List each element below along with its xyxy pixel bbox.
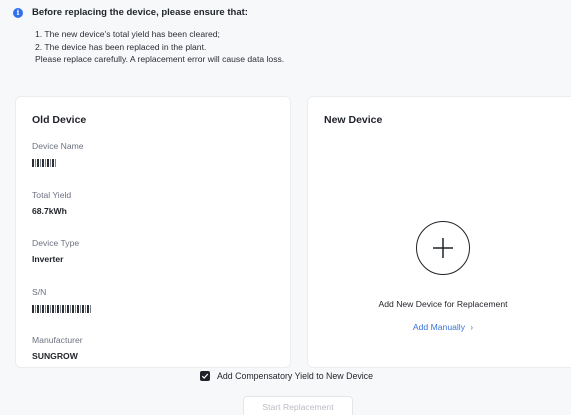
device-type-value: Inverter bbox=[32, 254, 64, 264]
info-icon: i bbox=[13, 7, 23, 18]
notice-heading-row: i Before replacing the device, please en… bbox=[13, 7, 558, 18]
sn-value bbox=[32, 303, 92, 313]
manufacturer-field: Manufacturer SUNGROW bbox=[32, 335, 83, 361]
notice-heading: Before replacing the device, please ensu… bbox=[32, 7, 248, 18]
compensate-label: Add Compensatory Yield to New Device bbox=[217, 371, 373, 381]
start-replacement-button[interactable]: Start Replacement bbox=[243, 396, 353, 415]
device-type-label: Device Type bbox=[32, 238, 80, 248]
old-device-title: Old Device bbox=[32, 114, 87, 126]
manufacturer-label: Manufacturer bbox=[32, 335, 83, 345]
device-name-field: Device Name bbox=[32, 141, 84, 167]
old-device-card: Old Device Device Name Total Yield 68.7k… bbox=[15, 96, 291, 368]
compensate-option[interactable]: Add Compensatory Yield to New Device bbox=[200, 371, 373, 381]
sn-label: S/N bbox=[32, 287, 47, 297]
device-name-value bbox=[32, 157, 84, 167]
notice-lines: 1. The new device's total yield has been… bbox=[35, 28, 558, 66]
device-name-masked bbox=[32, 158, 57, 167]
notice-line-3: Please replace carefully. A replacement … bbox=[35, 54, 285, 64]
add-device-button[interactable] bbox=[416, 221, 470, 275]
notice-line-2: 2. The device has been replaced in the p… bbox=[35, 41, 207, 52]
add-manually-label: Add Manually bbox=[412, 322, 465, 332]
sn-field: S/N bbox=[32, 287, 92, 313]
add-device-caption: Add New Device for Replacement bbox=[378, 299, 508, 309]
total-yield-value: 68.7kWh bbox=[32, 206, 67, 216]
plus-icon bbox=[433, 238, 453, 258]
device-type-field: Device Type Inverter bbox=[32, 238, 79, 264]
device-name-label: Device Name bbox=[32, 141, 84, 151]
chevron-right-icon: › bbox=[470, 323, 474, 332]
compensate-checkbox[interactable] bbox=[200, 371, 210, 381]
sn-masked bbox=[32, 304, 92, 313]
manufacturer-value: SUNGROW bbox=[32, 351, 78, 361]
total-yield-label: Total Yield bbox=[32, 190, 72, 200]
new-device-card: New Device Add New Device for Replacemen… bbox=[307, 96, 571, 368]
new-device-title: New Device bbox=[324, 114, 383, 126]
add-manually-link[interactable]: Add Manually › bbox=[308, 322, 571, 332]
check-icon bbox=[201, 373, 209, 379]
device-replacement-page: i Before replacing the device, please en… bbox=[0, 0, 571, 415]
notice-line-1: 1. The new device's total yield has been… bbox=[35, 29, 220, 39]
notice-block: i Before replacing the device, please en… bbox=[13, 7, 558, 66]
total-yield-field: Total Yield 68.7kWh bbox=[32, 190, 71, 216]
